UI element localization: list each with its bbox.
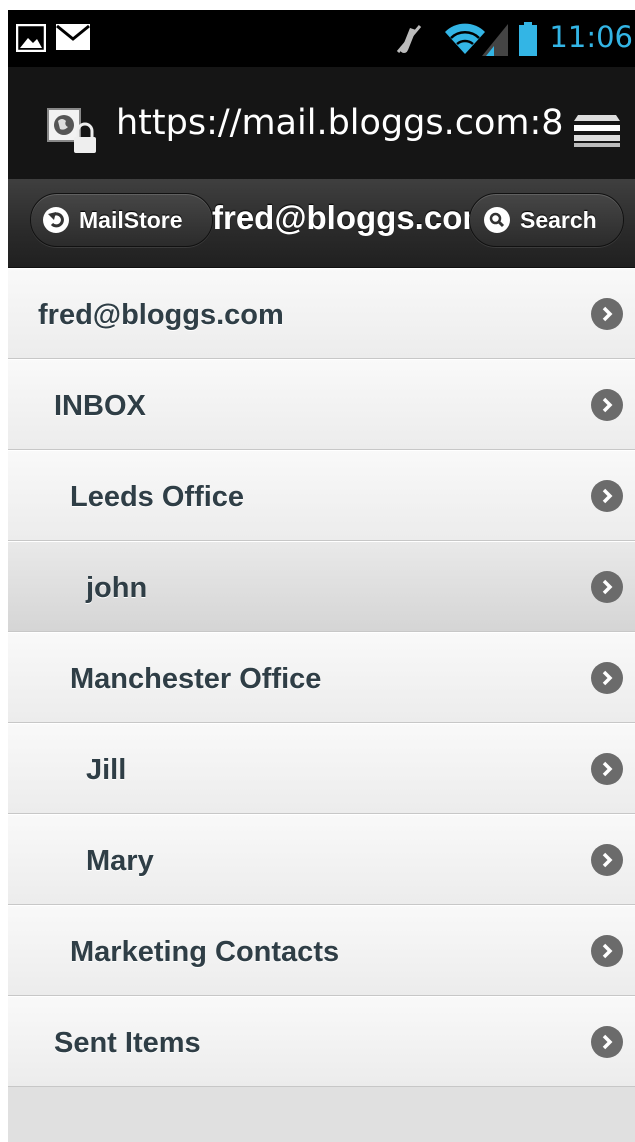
back-icon — [43, 207, 69, 233]
chevron-right-icon — [591, 298, 623, 330]
folder-item-inbox[interactable]: INBOX — [8, 359, 635, 450]
folder-label: Marketing Contacts — [70, 936, 340, 968]
folder-item-jill[interactable]: Jill — [8, 723, 635, 814]
signal-icon — [482, 24, 508, 56]
browser-url-bar[interactable]: https://mail.bloggs.com:8 — [8, 67, 635, 179]
folder-item-account[interactable]: fred@bloggs.com — [8, 268, 635, 359]
picture-icon — [16, 24, 46, 52]
list-footer — [8, 1087, 635, 1142]
status-bar: 11:06 — [8, 10, 635, 67]
folder-item-manchester-office[interactable]: Manchester Office — [8, 632, 635, 723]
battery-icon — [519, 22, 537, 56]
folder-label: Manchester Office — [70, 663, 322, 695]
folder-item-sent-items[interactable]: Sent Items — [8, 996, 635, 1087]
secure-site-icon[interactable] — [46, 107, 98, 155]
page-header: fred@bloggs.com MailStore Search — [8, 179, 635, 268]
mute-icon — [396, 25, 422, 53]
chevron-right-icon — [591, 1026, 623, 1058]
folder-item-john[interactable]: john — [8, 541, 635, 632]
wifi-icon — [445, 23, 485, 54]
search-icon — [484, 207, 510, 233]
search-button-label: Search — [520, 206, 597, 233]
folder-item-mary[interactable]: Mary — [8, 814, 635, 905]
folder-label: INBOX — [54, 390, 146, 422]
folder-label: Mary — [86, 845, 154, 877]
chevron-right-icon — [591, 935, 623, 967]
folder-label: Sent Items — [54, 1027, 201, 1059]
folder-item-leeds-office[interactable]: Leeds Office — [8, 450, 635, 541]
chevron-right-icon — [591, 389, 623, 421]
url-field[interactable]: https://mail.bloggs.com:8 — [116, 103, 564, 143]
mail-icon — [56, 24, 90, 50]
device-frame: 11:06 https://mail.bloggs.com:8 fred@blo… — [0, 0, 635, 1142]
folder-list: fred@bloggs.com INBOX Leeds Office john … — [8, 268, 635, 1142]
chevron-right-icon — [591, 571, 623, 603]
chevron-right-icon — [591, 662, 623, 694]
folder-label: Leeds Office — [70, 481, 245, 513]
folder-label: john — [86, 572, 148, 604]
folder-label: fred@bloggs.com — [38, 299, 284, 331]
mailstore-back-button[interactable]: MailStore — [30, 193, 213, 247]
search-button[interactable]: Search — [469, 193, 624, 247]
chevron-right-icon — [591, 753, 623, 785]
clock: 11:06 — [549, 20, 633, 54]
back-button-label: MailStore — [79, 206, 183, 233]
chevron-right-icon — [591, 480, 623, 512]
bookmarks-icon[interactable] — [574, 113, 620, 147]
folder-item-marketing-contacts[interactable]: Marketing Contacts — [8, 905, 635, 996]
page-title: fred@bloggs.com — [212, 199, 492, 236]
chevron-right-icon — [591, 844, 623, 876]
folder-label: Jill — [86, 754, 127, 786]
screen: 11:06 https://mail.bloggs.com:8 fred@blo… — [8, 10, 635, 1142]
